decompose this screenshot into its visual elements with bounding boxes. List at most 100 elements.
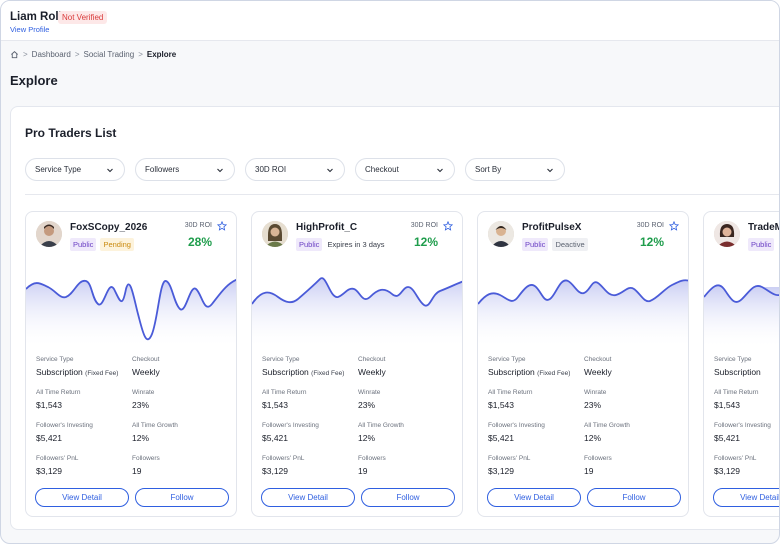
chevron-down-icon	[437, 168, 443, 172]
stat-label: Followers	[358, 455, 386, 462]
stat-label: All Time Return	[36, 389, 81, 396]
roi-value: 12%	[413, 235, 438, 249]
panel-title: Pro Traders List	[25, 126, 117, 140]
stat-value: 23%	[358, 400, 376, 410]
view-detail-button[interactable]: View Detail	[35, 488, 129, 507]
follow-button[interactable]: Follow	[135, 488, 229, 507]
visibility-badge: Public	[748, 238, 775, 251]
stat-label: Winrate	[584, 389, 607, 396]
filter-label: 30D ROI	[255, 165, 287, 174]
stat-value: 12%	[584, 433, 602, 443]
visibility-badge: Public	[70, 238, 97, 251]
avatar	[262, 221, 288, 247]
stat-label: Follower's Investing	[36, 422, 93, 429]
verification-badge: Not Verified	[58, 11, 108, 24]
filter-followers[interactable]: Followers	[135, 158, 235, 181]
filter-label: Followers	[145, 165, 180, 174]
stat-label: Followers' PnL	[488, 455, 531, 462]
roi-value: 28%	[187, 235, 212, 249]
stat-value: Subscription	[262, 367, 309, 377]
stat-value: $5,421	[488, 433, 514, 443]
chevron-down-icon	[107, 168, 113, 172]
stat-label: Winrate	[358, 389, 381, 396]
stat-value: Subscription	[714, 367, 761, 377]
stat-value: 19	[132, 466, 142, 476]
stat-value: $1,543	[36, 400, 62, 410]
trader-name[interactable]: HighProfit_C	[296, 222, 357, 233]
stat-note: (Fixed Fee)	[537, 370, 571, 377]
stat-note: (Fixed Fee)	[85, 370, 119, 377]
stat-value: 23%	[132, 400, 150, 410]
page-title: Explore	[10, 73, 58, 88]
stat-value: $3,129	[36, 466, 62, 476]
roi-sparkline	[704, 284, 779, 349]
breadcrumb-separator: >	[138, 50, 143, 59]
filter-sort-by[interactable]: Sort By	[465, 158, 565, 181]
status-badge: Pending	[100, 238, 134, 251]
breadcrumb-current: Explore	[146, 50, 177, 59]
follow-button[interactable]: Follow	[361, 488, 455, 507]
chevron-down-icon	[327, 168, 333, 172]
roi-sparkline	[252, 277, 462, 349]
stat-value: Weekly	[584, 367, 612, 377]
stat-value: $5,421	[714, 433, 740, 443]
stat-label: Followers' PnL	[262, 455, 305, 462]
stat-label: Follower's Investing	[262, 422, 319, 429]
stat-value: $5,421	[262, 433, 288, 443]
breadcrumb-social-trading[interactable]: Social Trading	[83, 50, 134, 59]
roi-label: 30D ROI	[410, 222, 438, 229]
stat-label: Checkout	[358, 356, 386, 363]
stat-value: Subscription	[488, 367, 535, 377]
roi-sparkline	[478, 279, 688, 349]
filter-30d-roi[interactable]: 30D ROI	[245, 158, 345, 181]
stat-label: Service Type	[488, 356, 526, 363]
stat-label: Checkout	[584, 356, 612, 363]
filter-label: Service Type	[35, 165, 82, 174]
stat-label: Followers' PnL	[714, 455, 757, 462]
filter-label: Sort By	[475, 165, 502, 174]
filter-service-type[interactable]: Service Type	[25, 158, 125, 181]
follow-button[interactable]: Follow	[587, 488, 681, 507]
pro-traders-panel: Pro Traders List Service Type Followers …	[10, 106, 779, 530]
stat-value: 19	[358, 466, 368, 476]
top-bar: Liam Rolin Not Verified View Profile	[1, 1, 779, 41]
home-icon[interactable]	[10, 50, 19, 59]
star-icon[interactable]	[443, 221, 453, 231]
star-icon[interactable]	[217, 221, 227, 231]
view-profile-link[interactable]: View Profile	[10, 25, 49, 34]
stat-label: Checkout	[132, 356, 160, 363]
stat-label: Service Type	[36, 356, 74, 363]
filter-checkout[interactable]: Checkout	[355, 158, 455, 181]
stat-value: $3,129	[262, 466, 288, 476]
trader-card: TradeM Public Service Type Subscription A…	[703, 211, 779, 517]
view-detail-button[interactable]: View Detail	[487, 488, 581, 507]
stat-value: $5,421	[36, 433, 62, 443]
stat-label: All Time Return	[488, 389, 533, 396]
stat-label: All Time Return	[262, 389, 307, 396]
roi-label: 30D ROI	[184, 222, 212, 229]
stat-label: All Time Growth	[132, 422, 178, 429]
filter-label: Checkout	[365, 165, 399, 174]
stat-label: Service Type	[714, 356, 752, 363]
divider	[25, 194, 779, 195]
trader-name[interactable]: TradeM	[748, 222, 779, 233]
roi-value: 12%	[639, 235, 664, 249]
trader-name[interactable]: ProfitPulseX	[522, 222, 581, 233]
breadcrumb-separator: >	[74, 50, 80, 59]
trader-card: FoxSCopy_2026 30D ROI 28% Public Pending…	[25, 211, 237, 517]
view-detail-button[interactable]: View Detail	[261, 488, 355, 507]
view-detail-button[interactable]: View Detail	[713, 488, 779, 507]
stat-label: All Time Growth	[358, 422, 404, 429]
star-icon[interactable]	[669, 221, 679, 231]
stat-value: 19	[584, 466, 594, 476]
avatar	[488, 221, 514, 247]
stat-label: Followers' PnL	[36, 455, 79, 462]
trader-card: HighProfit_C 30D ROI 12% Public Expires …	[251, 211, 463, 517]
stat-label: Service Type	[262, 356, 300, 363]
trader-name[interactable]: FoxSCopy_2026	[70, 222, 147, 233]
stat-label: Winrate	[132, 389, 155, 396]
breadcrumb-dashboard[interactable]: Dashboard	[32, 50, 71, 59]
visibility-badge: Public	[522, 238, 549, 251]
stat-value: $1,543	[488, 400, 514, 410]
roi-label: 30D ROI	[636, 222, 664, 229]
